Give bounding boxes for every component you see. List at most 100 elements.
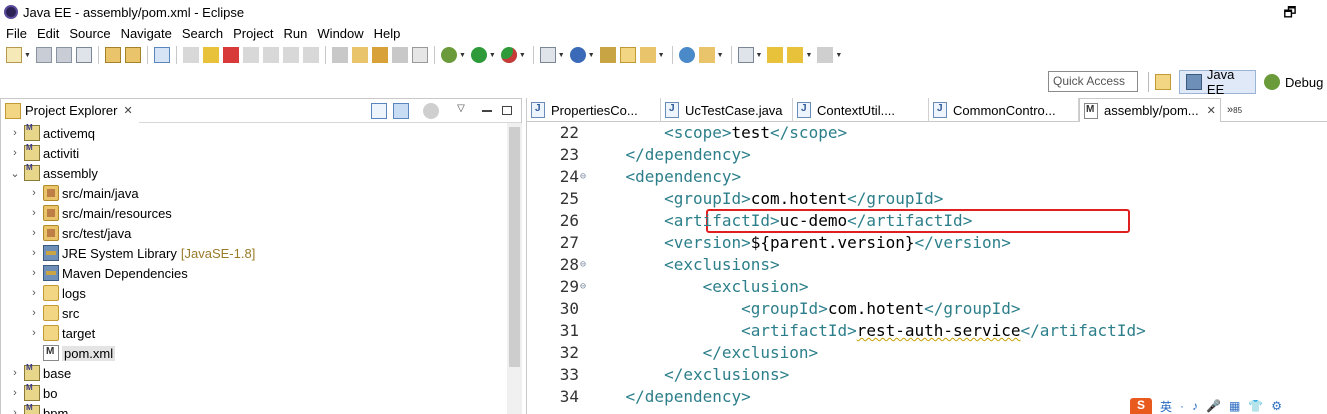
minimize-icon[interactable]: [479, 103, 495, 119]
debug-icon[interactable]: [440, 47, 457, 63]
toggle-mark-icon[interactable]: [391, 47, 408, 63]
back-dropdown-icon[interactable]: ▼: [805, 52, 812, 59]
menu-search[interactable]: Search: [178, 26, 229, 41]
forward-icon[interactable]: [817, 47, 834, 63]
chevron-right-icon[interactable]: ›: [28, 187, 40, 199]
run-icon[interactable]: [470, 47, 487, 63]
restore-window-button[interactable]: 🗗: [1270, 2, 1310, 20]
chevron-right-icon[interactable]: ›: [28, 327, 40, 339]
step-into-icon[interactable]: [262, 47, 279, 63]
step-over-icon[interactable]: [282, 47, 299, 63]
tree-item[interactable]: › src/main/resources: [1, 203, 507, 223]
back-icon[interactable]: [787, 47, 804, 63]
quick-access-input[interactable]: Quick Access: [1048, 71, 1138, 92]
chevron-right-icon[interactable]: ›: [28, 307, 40, 319]
chevron-right-icon[interactable]: ›: [9, 127, 21, 139]
chevron-right-icon[interactable]: ›: [28, 247, 40, 259]
annotate-icon[interactable]: [698, 47, 715, 63]
menu-help[interactable]: Help: [370, 26, 407, 41]
open-folder-icon[interactable]: [619, 47, 636, 63]
tree-item[interactable]: › logs: [1, 283, 507, 303]
suspend-icon[interactable]: [202, 47, 219, 63]
fold-collapse-icon[interactable]: ⊖: [580, 254, 586, 276]
view-filter-icon[interactable]: [423, 103, 439, 119]
link-with-editor-icon[interactable]: [393, 103, 409, 119]
tab-project-explorer[interactable]: Project Explorer ✕: [1, 98, 139, 123]
menu-navigate[interactable]: Navigate: [117, 26, 178, 41]
tree-item[interactable]: ⌄ assembly: [1, 163, 507, 183]
step-return-icon[interactable]: [302, 47, 319, 63]
new-dropdown-icon[interactable]: ▼: [24, 52, 31, 59]
external-tools-icon[interactable]: [500, 47, 517, 63]
new-web-service-dropdown-icon[interactable]: ▼: [588, 52, 595, 59]
tree-item[interactable]: › src/main/java: [1, 183, 507, 203]
chevron-right-icon[interactable]: ›: [9, 407, 21, 414]
perspective-debug[interactable]: Debug: [1260, 70, 1327, 94]
forward-dropdown-icon[interactable]: ▼: [835, 52, 842, 59]
code-editor[interactable]: 22 <scope>test</scope> 23 </dependency> 24…: [527, 122, 1327, 414]
debug-dropdown-icon[interactable]: ▼: [459, 52, 466, 59]
new-server-dropdown-icon[interactable]: ▼: [558, 52, 565, 59]
new-java-project-icon[interactable]: [599, 47, 616, 63]
new-web-service-icon[interactable]: [569, 47, 586, 63]
close-icon[interactable]: ✕: [1207, 104, 1216, 117]
view-menu-icon[interactable]: ▽: [453, 103, 469, 119]
tree-item[interactable]: › target: [1, 323, 507, 343]
editor-tab[interactable]: assembly/pom... ✕: [1079, 98, 1221, 122]
close-icon[interactable]: ✕: [123, 104, 132, 117]
use-step-filters-icon[interactable]: [331, 47, 348, 63]
chevron-right-icon[interactable]: ›: [28, 267, 40, 279]
chevron-down-icon[interactable]: ⌄: [9, 167, 21, 180]
terminate-icon[interactable]: [222, 47, 239, 63]
skip-breakpoints-icon[interactable]: [153, 47, 170, 63]
annotate-dropdown-icon[interactable]: ▼: [717, 52, 724, 59]
last-edit-location-icon[interactable]: [767, 47, 784, 63]
editor-tab[interactable]: CommonContro...: [929, 98, 1079, 122]
tree-item[interactable]: › src: [1, 303, 507, 323]
chevron-right-icon[interactable]: ›: [9, 147, 21, 159]
menu-window[interactable]: Window: [313, 26, 369, 41]
tree-item[interactable]: › bpm: [1, 403, 507, 414]
fold-collapse-icon[interactable]: ⊖: [580, 276, 586, 298]
open-type-icon[interactable]: [351, 47, 368, 63]
save-icon[interactable]: [35, 47, 52, 63]
menu-edit[interactable]: Edit: [33, 26, 65, 41]
tree-item[interactable]: › JRE System Library [JavaSE-1.8]: [1, 243, 507, 263]
print-icon[interactable]: [75, 47, 92, 63]
next-annotation-dropdown-icon[interactable]: ▼: [756, 52, 763, 59]
new-class-dropdown-icon[interactable]: ▼: [658, 52, 665, 59]
open-package-icon[interactable]: [371, 47, 388, 63]
tree-item[interactable]: pom.xml: [1, 343, 507, 363]
editor-tab[interactable]: UcTestCase.java: [661, 98, 793, 122]
tree-item[interactable]: › base: [1, 363, 507, 383]
menu-source[interactable]: Source: [65, 26, 116, 41]
run-dropdown-icon[interactable]: ▼: [489, 52, 496, 59]
chevron-right-icon[interactable]: ›: [28, 207, 40, 219]
menu-run[interactable]: Run: [280, 26, 314, 41]
open-perspective-icon[interactable]: [1155, 74, 1171, 90]
new-icon[interactable]: [6, 47, 22, 63]
ime-item[interactable]: 👕: [1248, 399, 1263, 413]
tree-item[interactable]: › activiti: [1, 143, 507, 163]
clean-icon[interactable]: [124, 47, 141, 63]
ime-item[interactable]: ⚙: [1271, 399, 1282, 413]
search-globe-icon[interactable]: [678, 47, 695, 63]
menu-file[interactable]: File: [2, 26, 33, 41]
build-icon[interactable]: [104, 47, 121, 63]
ime-item[interactable]: 英: [1160, 398, 1172, 414]
maximize-icon[interactable]: [499, 103, 515, 119]
more-tabs-button[interactable]: » 85: [1221, 98, 1242, 122]
editor-tab[interactable]: ContextUtil....: [793, 98, 929, 122]
fold-collapse-icon[interactable]: ⊖: [580, 166, 586, 188]
ime-logo-icon[interactable]: S: [1130, 398, 1152, 414]
external-tools-dropdown-icon[interactable]: ▼: [519, 52, 526, 59]
chevron-right-icon[interactable]: ›: [28, 227, 40, 239]
editor-tab[interactable]: PropertiesCo...: [527, 98, 661, 122]
tree-item[interactable]: › bo: [1, 383, 507, 403]
ime-item[interactable]: ·: [1180, 399, 1184, 413]
explorer-scrollbar[interactable]: [507, 123, 522, 414]
disconnect-icon[interactable]: [242, 47, 259, 63]
show-whitespace-icon[interactable]: [411, 47, 428, 63]
collapse-all-icon[interactable]: [371, 103, 387, 119]
chevron-right-icon[interactable]: ›: [9, 387, 21, 399]
